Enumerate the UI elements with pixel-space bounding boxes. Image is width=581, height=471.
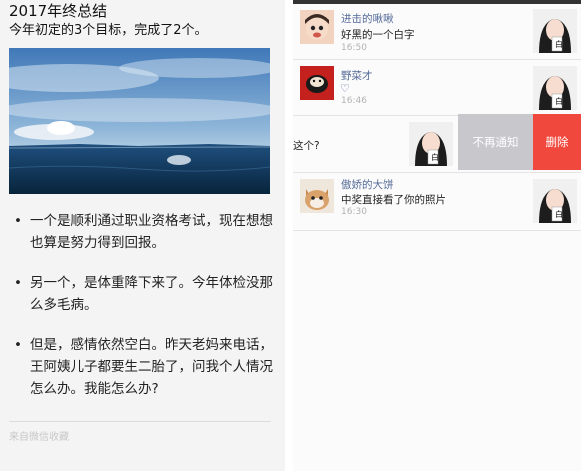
article-title: 2017年终总结: [9, 2, 108, 20]
svg-text:白: 白: [555, 39, 563, 49]
heart-outline-icon: ♡: [340, 82, 350, 95]
ocean-photo[interactable]: [9, 48, 270, 194]
nickname[interactable]: 进击的啾啾: [341, 11, 394, 26]
delete-button[interactable]: 删除: [533, 114, 581, 170]
divider: [9, 421, 271, 422]
nickname[interactable]: 傲娇的大饼: [341, 177, 394, 192]
photo-thumbnail[interactable]: 白: [409, 122, 453, 166]
bullet-marker: •: [14, 213, 22, 229]
message-text: 中奖直接看了你的照片: [341, 194, 446, 206]
photo-thumbnail[interactable]: 白: [533, 66, 577, 110]
notifications-panel: 进击的啾啾 好黑的一个白字 16:50 白 野菜才 ♡ 16:46 白 这个? …: [293, 0, 581, 471]
timestamp: 16:46: [341, 96, 367, 106]
notification-row[interactable]: 傲娇的大饼 中奖直接看了你的照片 16:30 白: [293, 173, 581, 229]
photo-thumbnail[interactable]: 白: [533, 179, 577, 223]
avatar[interactable]: [300, 179, 334, 213]
timestamp: 16:50: [341, 43, 367, 53]
bullet-marker: •: [14, 275, 22, 291]
list-item: • 另一个，是体重降下来了。今年体检没那么多毛病。: [14, 272, 276, 316]
nickname[interactable]: 野菜才: [341, 68, 373, 83]
list-item-text: 另一个，是体重降下来了。今年体检没那么多毛病。: [30, 275, 273, 313]
svg-text:白: 白: [431, 152, 439, 162]
list-item: • 一个是顺利通过职业资格考试，现在想想也算是努力得到回报。: [14, 210, 276, 254]
photo-thumbnail[interactable]: 白: [533, 9, 577, 53]
svg-text:白: 白: [555, 209, 563, 219]
panel-separator: [285, 0, 293, 471]
notification-row[interactable]: 野菜才 ♡ 16:46 白: [293, 60, 581, 114]
divider: [293, 230, 581, 231]
list-item: • 但是，感情依然空白。昨天老妈来电话，王阿姨儿子都要生二胎了，问我个人情况怎么…: [14, 334, 276, 400]
avatar[interactable]: [300, 10, 334, 44]
list-item-text: 一个是顺利通过职业资格考试，现在想想也算是努力得到回报。: [30, 213, 273, 251]
message-text: 这个?: [293, 140, 320, 152]
timestamp: 16:30: [341, 207, 367, 217]
svg-text:白: 白: [555, 96, 563, 106]
bullet-marker: •: [14, 337, 22, 353]
notification-row[interactable]: 进击的啾啾 好黑的一个白字 16:50 白: [293, 4, 581, 58]
mute-button[interactable]: 不再通知: [458, 114, 533, 170]
source-label: 来自微信收藏: [9, 432, 69, 443]
list-item-text: 但是，感情依然空白。昨天老妈来电话，王阿姨儿子都要生二胎了，问我个人情况怎么办。…: [30, 337, 273, 397]
summary-list: • 一个是顺利通过职业资格考试，现在想想也算是努力得到回报。 • 另一个，是体重…: [14, 210, 276, 418]
article-panel: 2017年终总结 今年初定的3个目标，完成了2个。 • 一个是顺利通过职业资格考…: [0, 0, 285, 471]
avatar[interactable]: [300, 66, 334, 100]
article-subtitle: 今年初定的3个目标，完成了2个。: [9, 23, 208, 38]
message-text: 好黑的一个白字: [341, 29, 415, 41]
